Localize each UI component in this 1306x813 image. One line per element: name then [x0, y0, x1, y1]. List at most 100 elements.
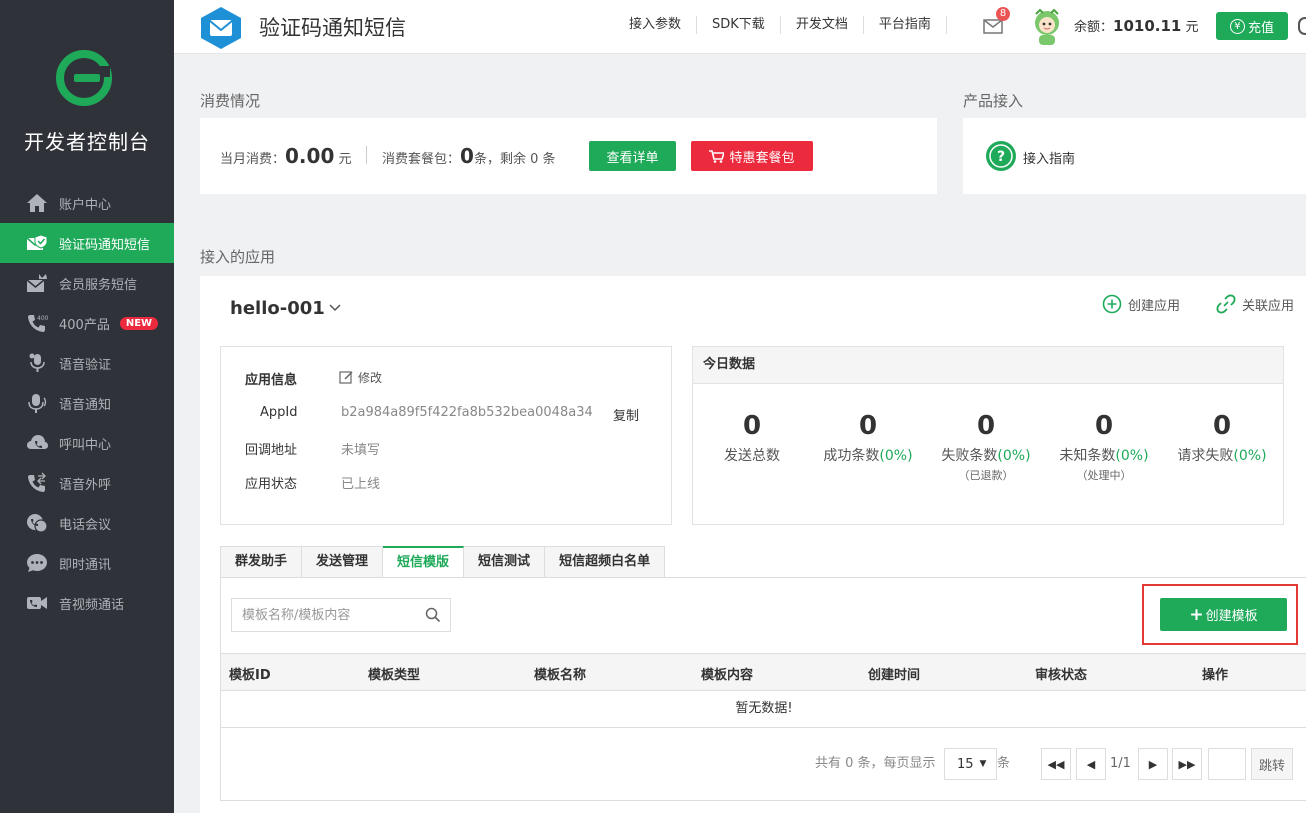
sidebar-item-account[interactable]: 账户中心: [0, 183, 174, 223]
empty-message: 暂无数据!: [221, 691, 1306, 728]
consume-card: 当月消费：0.00 元 消费套餐包：0条，剩余 0 条 查看详单 特惠套餐包: [200, 118, 937, 194]
apps-card: hello-001 创建应用 关联应用 应用信息 修改 AppId b2a984…: [200, 276, 1306, 813]
template-search-input[interactable]: [231, 598, 451, 632]
sidebar-item-label: 400产品: [59, 317, 110, 333]
link-app-label: 关联应用: [1242, 298, 1295, 314]
pager-total: 共有 0 条，每页显示: [815, 756, 936, 771]
home-icon: [24, 192, 50, 214]
col-template-name: 模板名称: [534, 668, 587, 683]
create-app-button[interactable]: 创建应用: [1102, 294, 1180, 314]
special-package-button[interactable]: 特惠套餐包: [691, 141, 813, 171]
view-detail-button[interactable]: 查看详单: [589, 141, 676, 171]
sidebar-item-outbound[interactable]: 语音外呼: [0, 463, 174, 503]
sidebar-item-verify-sms[interactable]: 验证码通知短信: [0, 223, 174, 263]
plus-icon: +: [1189, 604, 1204, 625]
app-info-box: 应用信息 修改 AppId b2a984a89f5f422fa8b532bea0…: [220, 346, 672, 525]
sidebar-item-conference[interactable]: 电话会议: [0, 503, 174, 543]
tab-sms-test[interactable]: 短信测试: [464, 546, 546, 578]
tab-bulk-assistant[interactable]: 群发助手: [220, 546, 303, 578]
new-badge: NEW: [119, 316, 159, 330]
tab-whitelist[interactable]: 短信超频白名单: [545, 546, 666, 578]
brand-logo-icon: [56, 50, 112, 106]
consume-section-title: 消费情况: [200, 92, 261, 110]
sidebar-item-label: 会员服务短信: [59, 277, 138, 293]
col-created-time: 创建时间: [868, 668, 921, 683]
tab-sms-template[interactable]: 短信模版: [383, 546, 465, 578]
col-template-id: 模板ID: [229, 668, 271, 683]
mail-hexagon-icon: [201, 7, 241, 49]
special-package-label: 特惠套餐包: [729, 150, 795, 166]
conference-icon: [24, 512, 50, 534]
plus-circle-icon: [1102, 294, 1122, 314]
double-left-icon: ◀◀: [1047, 757, 1065, 771]
sidebar-item-im[interactable]: 即时通讯: [0, 543, 174, 583]
prev-page-button[interactable]: ◀: [1076, 748, 1106, 780]
sidebar-item-label: 账户中心: [59, 197, 112, 213]
sidebar-item-label: 语音验证: [59, 357, 112, 373]
outbound-call-icon: [24, 472, 50, 494]
page-size-select[interactable]: 15 ▼: [944, 748, 997, 780]
yen-icon: ¥: [1229, 18, 1245, 34]
sidebar-item-label: 语音通知: [59, 397, 112, 413]
link-dev-docs[interactable]: 开发文档: [781, 16, 864, 34]
apps-section-title: 接入的应用: [200, 248, 276, 266]
sidebar-item-call-center[interactable]: 呼叫中心: [0, 423, 174, 463]
next-page-button[interactable]: ▶: [1138, 748, 1168, 780]
link-sdk-download[interactable]: SDK下载: [697, 16, 781, 34]
goto-button[interactable]: 跳转: [1251, 748, 1293, 780]
top-bar: 验证码通知短信 接入参数 SDK下载 开发文档 平台指南 8 余额：1010.1…: [174, 0, 1306, 54]
tab-send-management[interactable]: 发送管理: [302, 546, 384, 578]
copy-link[interactable]: 复制: [613, 405, 639, 424]
link-access-params[interactable]: 接入参数: [614, 16, 698, 34]
sidebar-item-av-call[interactable]: 音视频通话: [0, 583, 174, 623]
sidebar-item-400[interactable]: 400 400产品 NEW: [0, 303, 174, 343]
stat-label: 未知条数(0%): [1059, 448, 1149, 464]
page-title: 验证码通知短信: [259, 16, 406, 40]
access-guide-link[interactable]: 接入指南: [1023, 148, 1075, 167]
sidebar-item-voice-verify[interactable]: 语音验证: [0, 343, 174, 383]
appid-value: b2a984a89f5f422fa8b532bea0048a34: [341, 405, 593, 420]
appid-label: AppId: [260, 405, 298, 420]
balance: 余额：1010.11 元: [1074, 16, 1199, 35]
stat-success: 0 成功条数(0%): [809, 411, 927, 465]
link-platform-guide[interactable]: 平台指南: [864, 16, 947, 34]
sidebar-item-member-sms[interactable]: 会员服务短信: [0, 263, 174, 303]
chevron-down-icon[interactable]: [328, 303, 342, 313]
mail-count-badge: 8: [996, 7, 1010, 21]
first-page-button[interactable]: ◀◀: [1041, 748, 1071, 780]
pager-unit: 条: [997, 756, 1011, 771]
last-page-button[interactable]: ▶▶: [1172, 748, 1202, 780]
today-data-box: 今日数据 0 发送总数 0 成功条数(0%) 0 失败条数(0%) （已退款） …: [692, 346, 1284, 525]
app-selector[interactable]: hello-001: [230, 298, 325, 319]
col-actions: 操作: [1202, 668, 1229, 683]
sidebar-item-label: 即时通讯: [59, 557, 112, 573]
partial-circle-icon[interactable]: [1298, 17, 1306, 35]
balance-unit: 元: [1185, 20, 1199, 35]
stat-unknown: 0 未知条数(0%) （处理中）: [1045, 411, 1163, 483]
sidebar-item-voice-notify[interactable]: 语音通知: [0, 383, 174, 423]
cart-icon: [709, 149, 725, 163]
caret-down-icon: ▼: [979, 759, 987, 769]
recharge-button[interactable]: ¥ 充值: [1216, 12, 1288, 40]
stat-failed: 0 失败条数(0%) （已退款）: [927, 411, 1045, 483]
month-consume: 当月消费：0.00 元: [220, 144, 352, 168]
goto-page-input[interactable]: [1208, 748, 1246, 780]
sidebar-item-label: 验证码通知短信: [59, 237, 151, 253]
stat-sub: （处理中）: [1076, 469, 1132, 482]
stat-total: 0 发送总数: [693, 411, 811, 465]
create-template-button[interactable]: + 创建模板: [1160, 598, 1287, 631]
sms-verify-icon: [24, 232, 50, 254]
video-call-icon: [24, 592, 50, 614]
call-center-icon: [24, 432, 50, 454]
chat-icon: [24, 552, 50, 574]
edit-button[interactable]: 修改: [339, 369, 382, 386]
left-icon: ◀: [1086, 757, 1096, 771]
avatar[interactable]: [1030, 8, 1064, 46]
search-icon[interactable]: [425, 607, 441, 623]
table-header: 模板ID 模板类型 模板名称 模板内容 创建时间 审核状态 操作: [221, 653, 1306, 691]
link-app-button[interactable]: 关联应用: [1216, 294, 1294, 314]
right-icon: ▶: [1148, 757, 1158, 771]
app-info-title: 应用信息: [245, 373, 298, 388]
brand-title: 开发者控制台: [24, 130, 150, 154]
month-label: 当月消费：: [220, 152, 286, 167]
